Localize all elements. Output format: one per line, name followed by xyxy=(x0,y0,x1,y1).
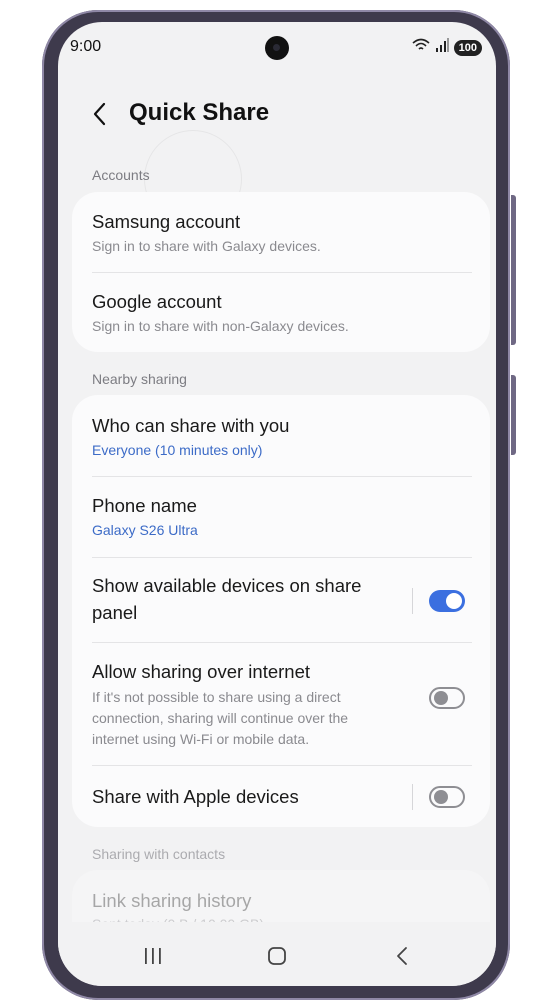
section-label-contacts: Sharing with contacts xyxy=(92,846,226,862)
internet-sharing-toggle[interactable] xyxy=(429,687,465,709)
status-bar: 9:00 100 xyxy=(58,22,496,72)
internet-sharing-title: Allow sharing over internet xyxy=(92,661,310,682)
app-header: Quick Share xyxy=(58,92,496,136)
internet-sharing-desc-line2: connection, sharing will continue over t… xyxy=(92,710,349,726)
show-devices-title-line2: panel xyxy=(92,602,138,623)
who-can-share-row[interactable]: Who can share with you Everyone (10 minu… xyxy=(72,395,490,476)
recents-icon xyxy=(145,948,161,964)
apple-sharing-row[interactable]: Share with Apple devices xyxy=(72,766,490,827)
link-history-title: Link sharing history xyxy=(92,890,252,911)
accounts-card: Samsung account Sign in to share with Ga… xyxy=(72,192,490,352)
samsung-account-subtitle: Sign in to share with Galaxy devices. xyxy=(92,238,321,254)
who-can-share-title: Who can share with you xyxy=(92,415,290,436)
internet-sharing-row[interactable]: Allow sharing over internet If it's not … xyxy=(72,643,490,765)
samsung-account-title: Samsung account xyxy=(92,211,241,232)
row-separator xyxy=(412,588,413,614)
show-devices-title-line1: Show available devices on share xyxy=(92,575,362,596)
home-button[interactable] xyxy=(257,940,297,972)
front-camera xyxy=(265,36,289,60)
show-devices-row[interactable]: Show available devices on share panel xyxy=(72,558,490,642)
phone-name-row[interactable]: Phone name Galaxy S26 Ultra xyxy=(72,477,490,557)
apple-sharing-toggle[interactable] xyxy=(429,786,465,808)
google-account-title: Google account xyxy=(92,291,222,312)
battery-badge: 100 xyxy=(453,39,482,56)
who-can-share-value: Everyone (10 minutes only) xyxy=(92,442,263,458)
signal-icon xyxy=(435,38,449,57)
row-separator xyxy=(412,784,413,810)
show-devices-toggle[interactable] xyxy=(429,590,465,612)
page-title: Quick Share xyxy=(129,99,270,126)
samsung-account-row[interactable]: Samsung account Sign in to share with Ga… xyxy=(72,192,490,272)
home-icon xyxy=(268,947,286,965)
internet-sharing-desc-line1: If it's not possible to share using a di… xyxy=(92,689,341,705)
screen: 9:00 100 Quick Share Accounts Samsung ac… xyxy=(58,22,496,986)
google-account-row[interactable]: Google account Sign in to share with non… xyxy=(72,273,490,352)
status-icons: 100 xyxy=(412,38,482,57)
phone-name-title: Phone name xyxy=(92,495,197,516)
recents-button[interactable] xyxy=(133,940,173,972)
power-button xyxy=(511,375,516,455)
apple-sharing-title: Share with Apple devices xyxy=(92,786,299,807)
phone-name-value: Galaxy S26 Ultra xyxy=(92,522,198,538)
volume-button xyxy=(511,195,516,345)
wifi-icon xyxy=(412,38,430,57)
internet-sharing-desc-line3: internet using Wi-Fi or mobile data. xyxy=(92,731,310,747)
nearby-sharing-card: Who can share with you Everyone (10 minu… xyxy=(72,395,490,827)
section-label-nearby: Nearby sharing xyxy=(92,371,187,387)
status-time: 9:00 xyxy=(70,38,102,55)
navigation-bar xyxy=(58,922,496,986)
section-label-accounts: Accounts xyxy=(92,167,150,183)
back-button[interactable] xyxy=(82,98,118,130)
google-account-subtitle: Sign in to share with non-Galaxy devices… xyxy=(92,318,349,334)
chevron-left-icon xyxy=(93,102,106,126)
back-icon xyxy=(397,947,407,965)
nav-back-button[interactable] xyxy=(382,940,422,972)
